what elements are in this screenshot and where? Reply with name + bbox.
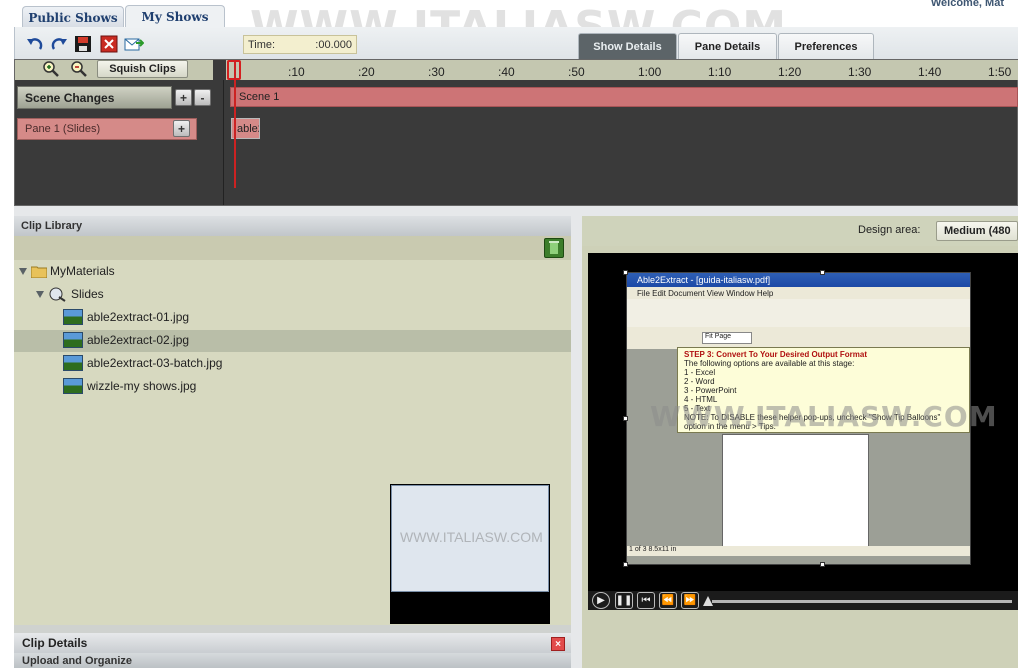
timeline-ruler[interactable] [226, 60, 1018, 80]
expand-icon[interactable] [36, 290, 44, 298]
resize-handle[interactable] [820, 270, 825, 275]
ruler-tick-label: :30 [428, 65, 445, 79]
timeline-divider[interactable] [214, 80, 224, 205]
ruler-tick-label: :20 [358, 65, 375, 79]
resize-handle[interactable] [623, 270, 628, 275]
scene-clip-bar[interactable]: Scene 1 [230, 87, 1018, 107]
list-item[interactable]: able2extract-03-batch.jpg [63, 352, 222, 374]
scene-add-button[interactable]: + [175, 89, 192, 106]
undo-icon[interactable] [25, 34, 45, 54]
resize-handle[interactable] [623, 562, 628, 567]
expand-icon[interactable] [19, 267, 27, 275]
trash-icon[interactable] [544, 238, 564, 258]
ruler-tick-label: :40 [498, 65, 515, 79]
time-label: Time: [248, 38, 276, 51]
zoom-field: Fit Page [702, 332, 752, 344]
tree-folder-label: Slides [71, 287, 104, 301]
tree-root-label: MyMaterials [50, 264, 115, 278]
pane-add-button[interactable]: + [173, 120, 190, 137]
slide-window-toolbar [627, 299, 970, 327]
tab-preferences[interactable]: Preferences [778, 33, 874, 59]
delete-icon[interactable] [99, 34, 119, 54]
scrub-knob[interactable] [703, 596, 713, 606]
horizontal-splitter[interactable] [14, 206, 1018, 216]
list-item[interactable]: able2extract-01.jpg [63, 306, 189, 328]
fast-forward-icon[interactable]: ⏩ [681, 592, 699, 609]
save-icon[interactable] [73, 34, 93, 54]
design-area-label: Design area: [858, 224, 921, 236]
slide-window-toolbar-2: Fit Page [627, 327, 970, 349]
clip-library-toolbar [14, 236, 571, 260]
close-icon[interactable]: × [551, 637, 565, 651]
scene-changes-track-label: Scene Changes [17, 86, 172, 109]
thumbnail-watermark: WWW.ITALIASW.COM [400, 529, 543, 545]
tab-public-shows[interactable]: Public Shows [22, 6, 124, 28]
slide-window-menu: File Edit Document View Window Help [627, 287, 970, 299]
rewind-icon[interactable]: ⏪ [659, 592, 677, 609]
file-name: able2extract-02.jpg [87, 333, 190, 347]
slide-window-title: Able2Extract - [guida-italiasw.pdf] [627, 273, 970, 287]
pause-icon[interactable]: ❚❚ [615, 592, 633, 609]
play-icon[interactable]: ▶ [592, 592, 610, 609]
image-file-icon [63, 355, 83, 371]
resize-handle[interactable] [623, 416, 628, 421]
design-size-select[interactable]: Medium (480 [936, 221, 1018, 241]
list-item[interactable]: wizzle-my shows.jpg [63, 375, 196, 397]
zoom-out-icon[interactable] [69, 59, 89, 79]
list-item[interactable]: able2extract-02.jpg [63, 329, 189, 351]
ruler-tick-label: :10 [288, 65, 305, 79]
clip-block-label: able2extract [237, 122, 259, 135]
ruler-tick-label: 1:20 [778, 65, 802, 79]
slides-folder-icon [49, 287, 66, 302]
image-file-icon [63, 332, 83, 348]
scrub-bar[interactable] [712, 600, 1012, 603]
pane-track-label: Pane 1 (Slides) [17, 118, 197, 140]
tree-root[interactable]: MyMaterials [19, 260, 115, 282]
ruler-tick-label: 1:50 [988, 65, 1012, 79]
tab-pane-details[interactable]: Pane Details [678, 33, 777, 59]
tip-title: STEP 3: Convert To Your Desired Output F… [684, 350, 867, 359]
file-name: wizzle-my shows.jpg [87, 379, 197, 393]
time-value: :00.000 [315, 38, 352, 51]
clip-details-header: Clip Details [14, 633, 571, 653]
tip-line: The following options are available at t… [684, 359, 855, 368]
time-display: Time: :00.000 [243, 35, 357, 54]
skip-start-icon[interactable]: ⏮ [637, 592, 655, 609]
redo-icon[interactable] [49, 34, 69, 54]
slide-window-status: 1 of 3 8.5x11 in [627, 546, 970, 556]
file-name: able2extract-03-batch.jpg [87, 356, 223, 370]
ruler-tick-label: 1:10 [708, 65, 732, 79]
image-file-icon [63, 378, 83, 394]
resize-handle[interactable] [820, 562, 825, 567]
ruler-tick-label: 1:40 [918, 65, 942, 79]
ruler-tick-label: :50 [568, 65, 585, 79]
image-file-icon [63, 309, 83, 325]
export-icon[interactable] [124, 34, 144, 54]
tree-folder[interactable]: Slides [36, 283, 104, 305]
clip-library-header: Clip Library [14, 216, 571, 236]
vertical-splitter[interactable] [571, 216, 582, 668]
welcome-text: Welcome, Mat [930, 0, 1004, 9]
upload-organize-header[interactable]: Upload and Organize [14, 653, 571, 668]
ruler-tick-label: 1:00 [638, 65, 662, 79]
tip-line: 3 - PowerPoint [684, 386, 737, 395]
file-name: able2extract-01.jpg [87, 310, 190, 324]
library-splitter[interactable] [14, 625, 571, 633]
squish-clips-button[interactable]: Squish Clips [97, 60, 188, 78]
scene-remove-button[interactable]: - [194, 89, 211, 106]
tab-my-shows[interactable]: My Shows [125, 5, 225, 28]
document-page [722, 434, 869, 552]
playhead-handle[interactable] [227, 60, 241, 80]
tip-line: 2 - Word [684, 377, 715, 386]
ruler-tick-label: 1:30 [848, 65, 872, 79]
tip-line: 1 - Excel [684, 368, 716, 377]
zoom-in-icon[interactable] [41, 59, 61, 79]
tab-show-details[interactable]: Show Details [578, 33, 677, 59]
stage-watermark: WWW.ITALIASW.COM [650, 400, 998, 433]
folder-icon [31, 266, 47, 278]
